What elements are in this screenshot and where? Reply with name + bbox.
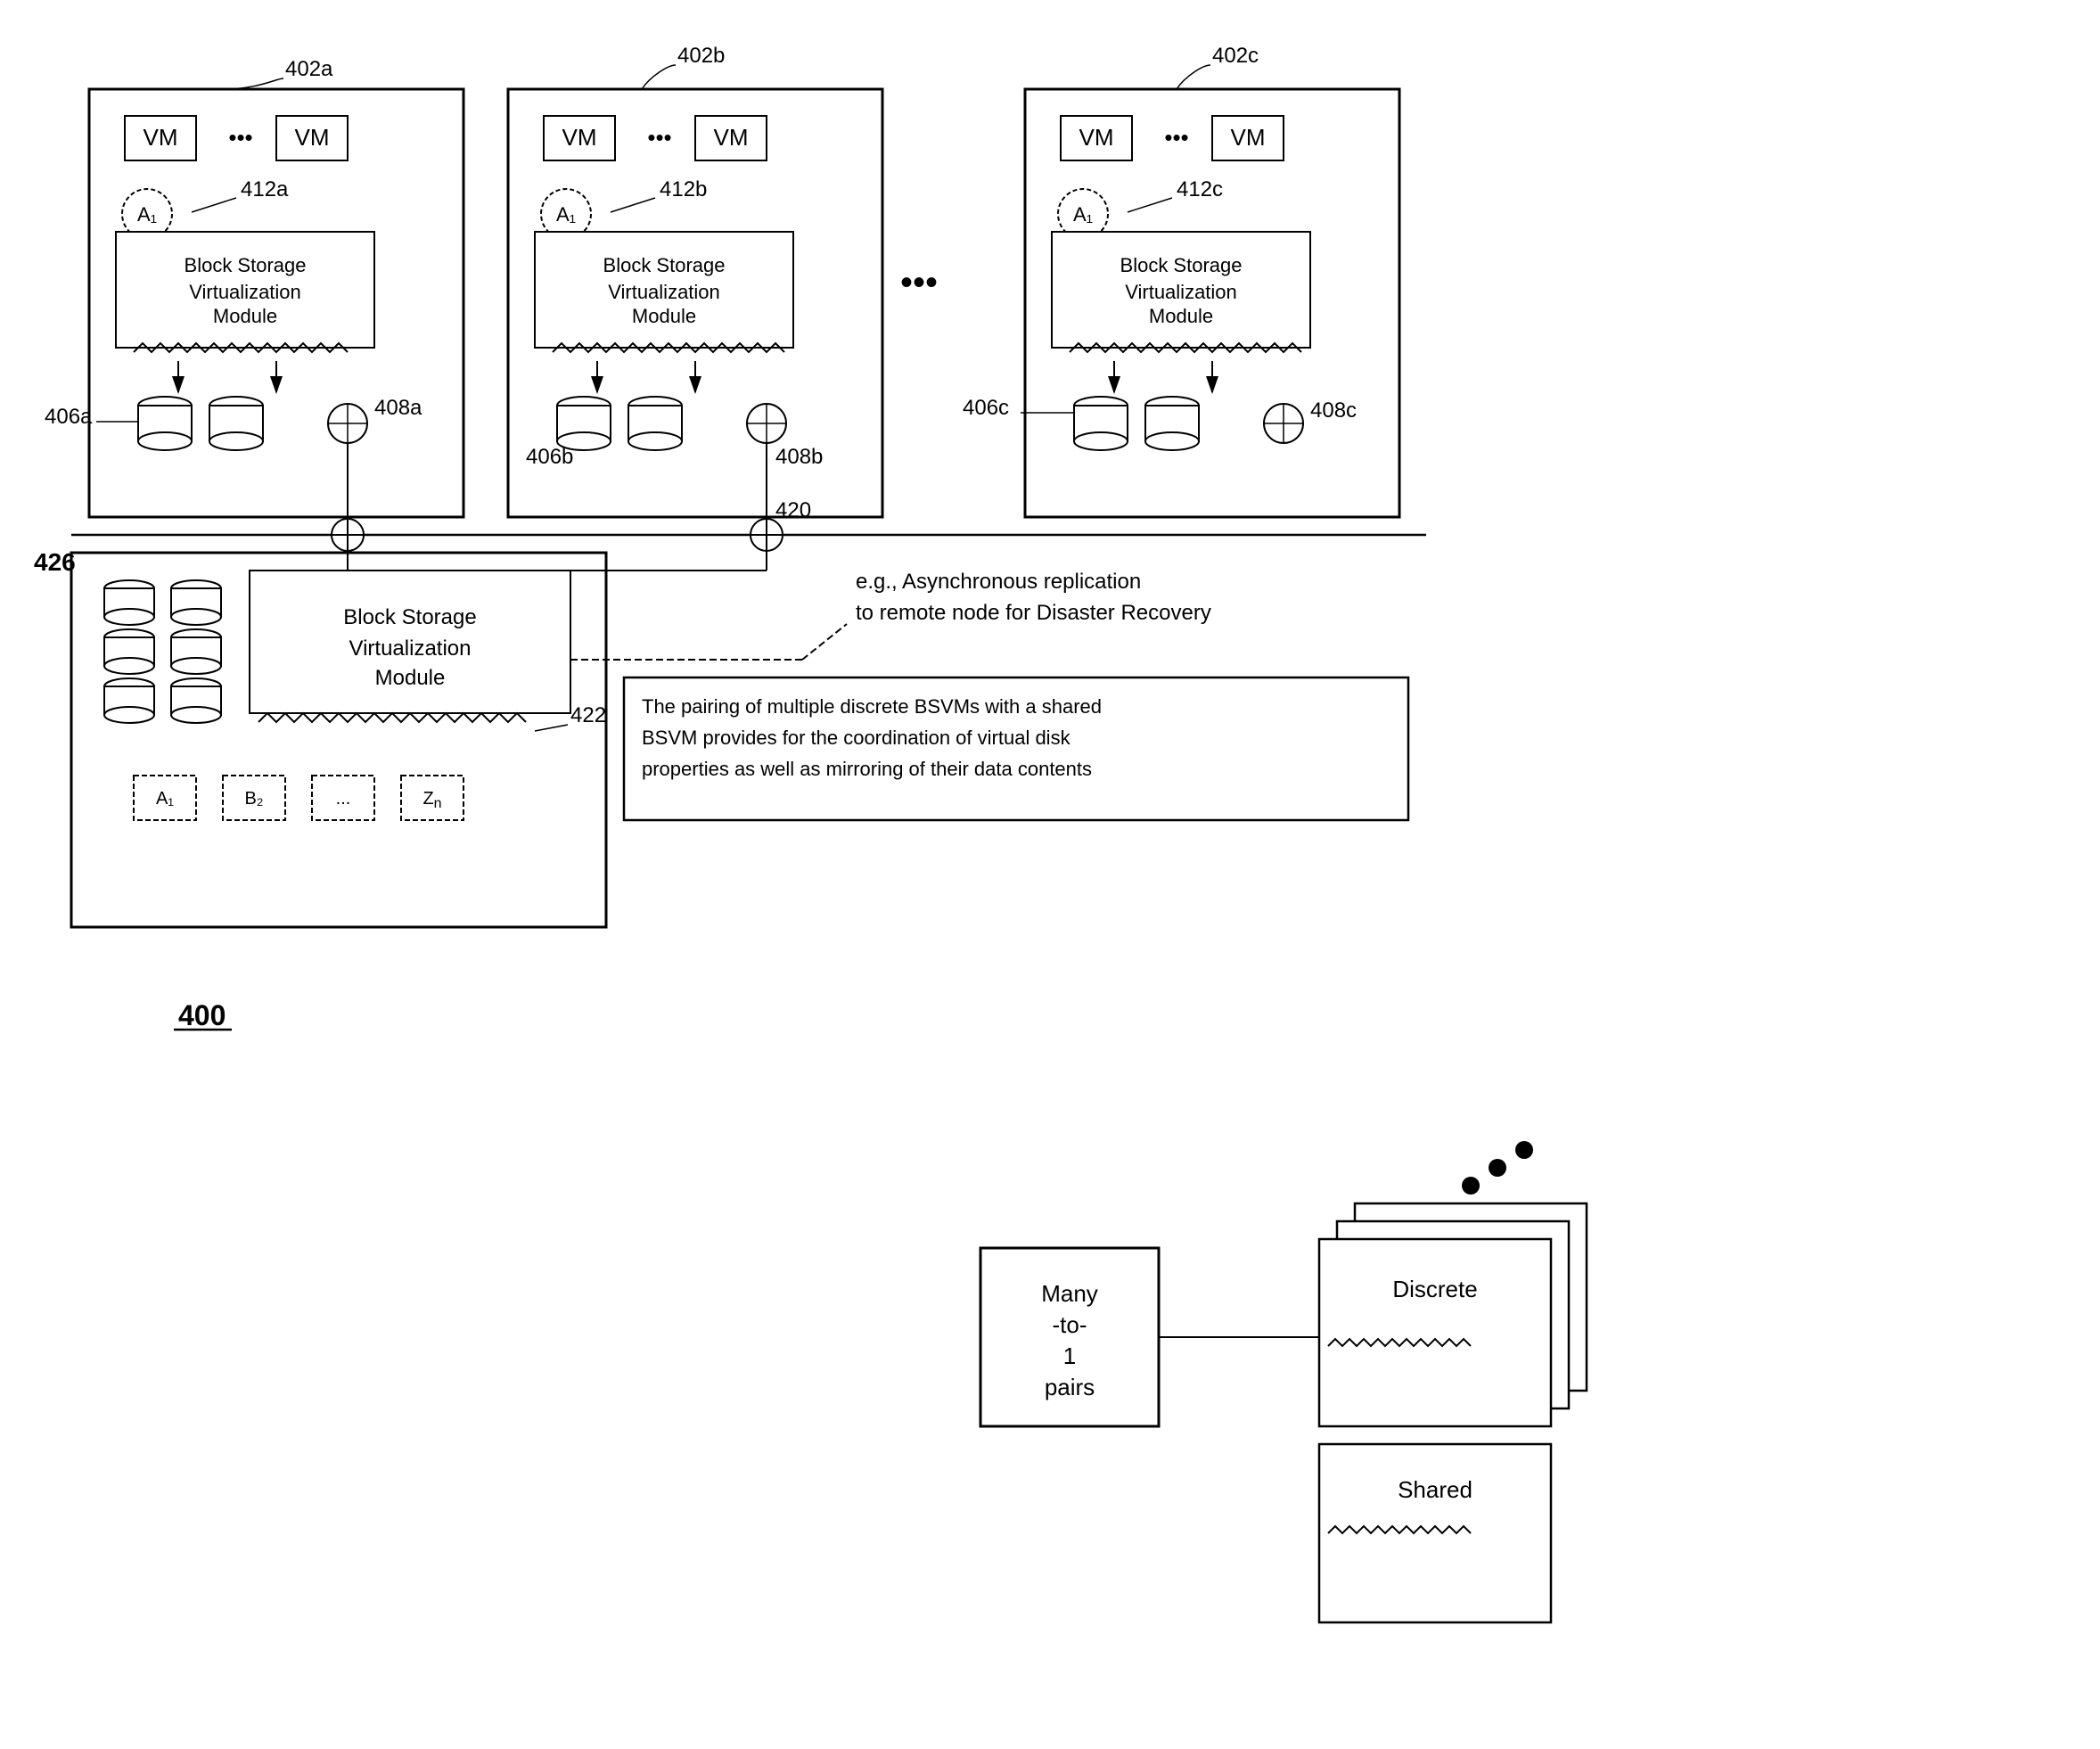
svg-text:Module: Module [213,305,277,327]
svg-text:pairs: pairs [1045,1374,1095,1400]
svg-text:412c: 412c [1177,177,1223,201]
svg-text:B₂: B₂ [244,789,263,809]
svg-text:VM: VM [562,124,597,151]
svg-text:VM: VM [714,124,749,151]
svg-text:Module: Module [1149,305,1213,327]
svg-text:e.g., Asynchronous replication: e.g., Asynchronous replication [856,570,1141,594]
main-diagram: VM ••• VM A₁ 412a Block Storage Virtuali… [0,0,2100,1749]
svg-text:422: 422 [570,703,606,727]
svg-text:402b: 402b [677,44,725,68]
svg-text:•••: ••• [228,124,252,151]
svg-text:400: 400 [178,999,226,1031]
svg-text:to remote node for Disaster Re: to remote node for Disaster Recovery [856,601,1211,625]
svg-text:426: 426 [34,548,76,576]
svg-text:412a: 412a [241,177,289,201]
svg-text:408a: 408a [374,396,422,420]
svg-text:VM: VM [144,124,178,151]
svg-text:420: 420 [775,498,811,522]
svg-text:Block Storage: Block Storage [1120,254,1243,276]
svg-text:402a: 402a [285,57,333,81]
svg-text:VM: VM [1231,124,1266,151]
svg-text:Module: Module [375,666,446,690]
svg-text:Module: Module [632,305,696,327]
svg-text:A₁: A₁ [156,789,174,809]
svg-text:Virtualization: Virtualization [608,281,720,303]
svg-text:A₁: A₁ [137,203,157,226]
svg-text:...: ... [336,789,351,809]
svg-text:A₁: A₁ [1073,203,1093,226]
svg-text:•••: ••• [900,263,938,302]
svg-text:A₁: A₁ [556,203,576,226]
svg-text:Block Storage: Block Storage [343,605,476,629]
svg-text:408c: 408c [1310,398,1357,423]
svg-text:VM: VM [1079,124,1114,151]
svg-text:402c: 402c [1212,44,1259,68]
svg-text:Virtualization: Virtualization [189,281,301,303]
svg-text:VM: VM [295,124,330,151]
svg-text:406b: 406b [526,445,573,469]
svg-text:406c: 406c [963,396,1009,420]
svg-text:Discrete: Discrete [1392,1276,1477,1302]
svg-text:Many: Many [1041,1280,1098,1307]
svg-text:BSVM provides for the coordina: BSVM provides for the coordination of vi… [642,727,1071,749]
svg-text:•••: ••• [647,124,671,151]
svg-text:Block Storage: Block Storage [603,254,726,276]
svg-text:406a: 406a [45,405,93,429]
svg-text:408b: 408b [775,445,823,469]
svg-text:Shared: Shared [1398,1476,1472,1503]
diagram-container: VM ••• VM A₁ 412a Block Storage Virtuali… [0,0,2100,1749]
svg-text:Virtualization: Virtualization [1125,281,1237,303]
svg-text:-to-: -to- [1053,1311,1087,1338]
svg-text:412b: 412b [660,177,707,201]
svg-text:properties as well as mirrorin: properties as well as mirroring of their… [642,758,1092,780]
svg-text:The pairing of multiple discre: The pairing of multiple discrete BSVMs w… [642,695,1102,718]
svg-text:1: 1 [1063,1343,1076,1369]
svg-text:Block Storage: Block Storage [185,254,307,276]
svg-text:•••: ••• [1164,124,1188,151]
svg-text:Virtualization: Virtualization [349,636,472,661]
